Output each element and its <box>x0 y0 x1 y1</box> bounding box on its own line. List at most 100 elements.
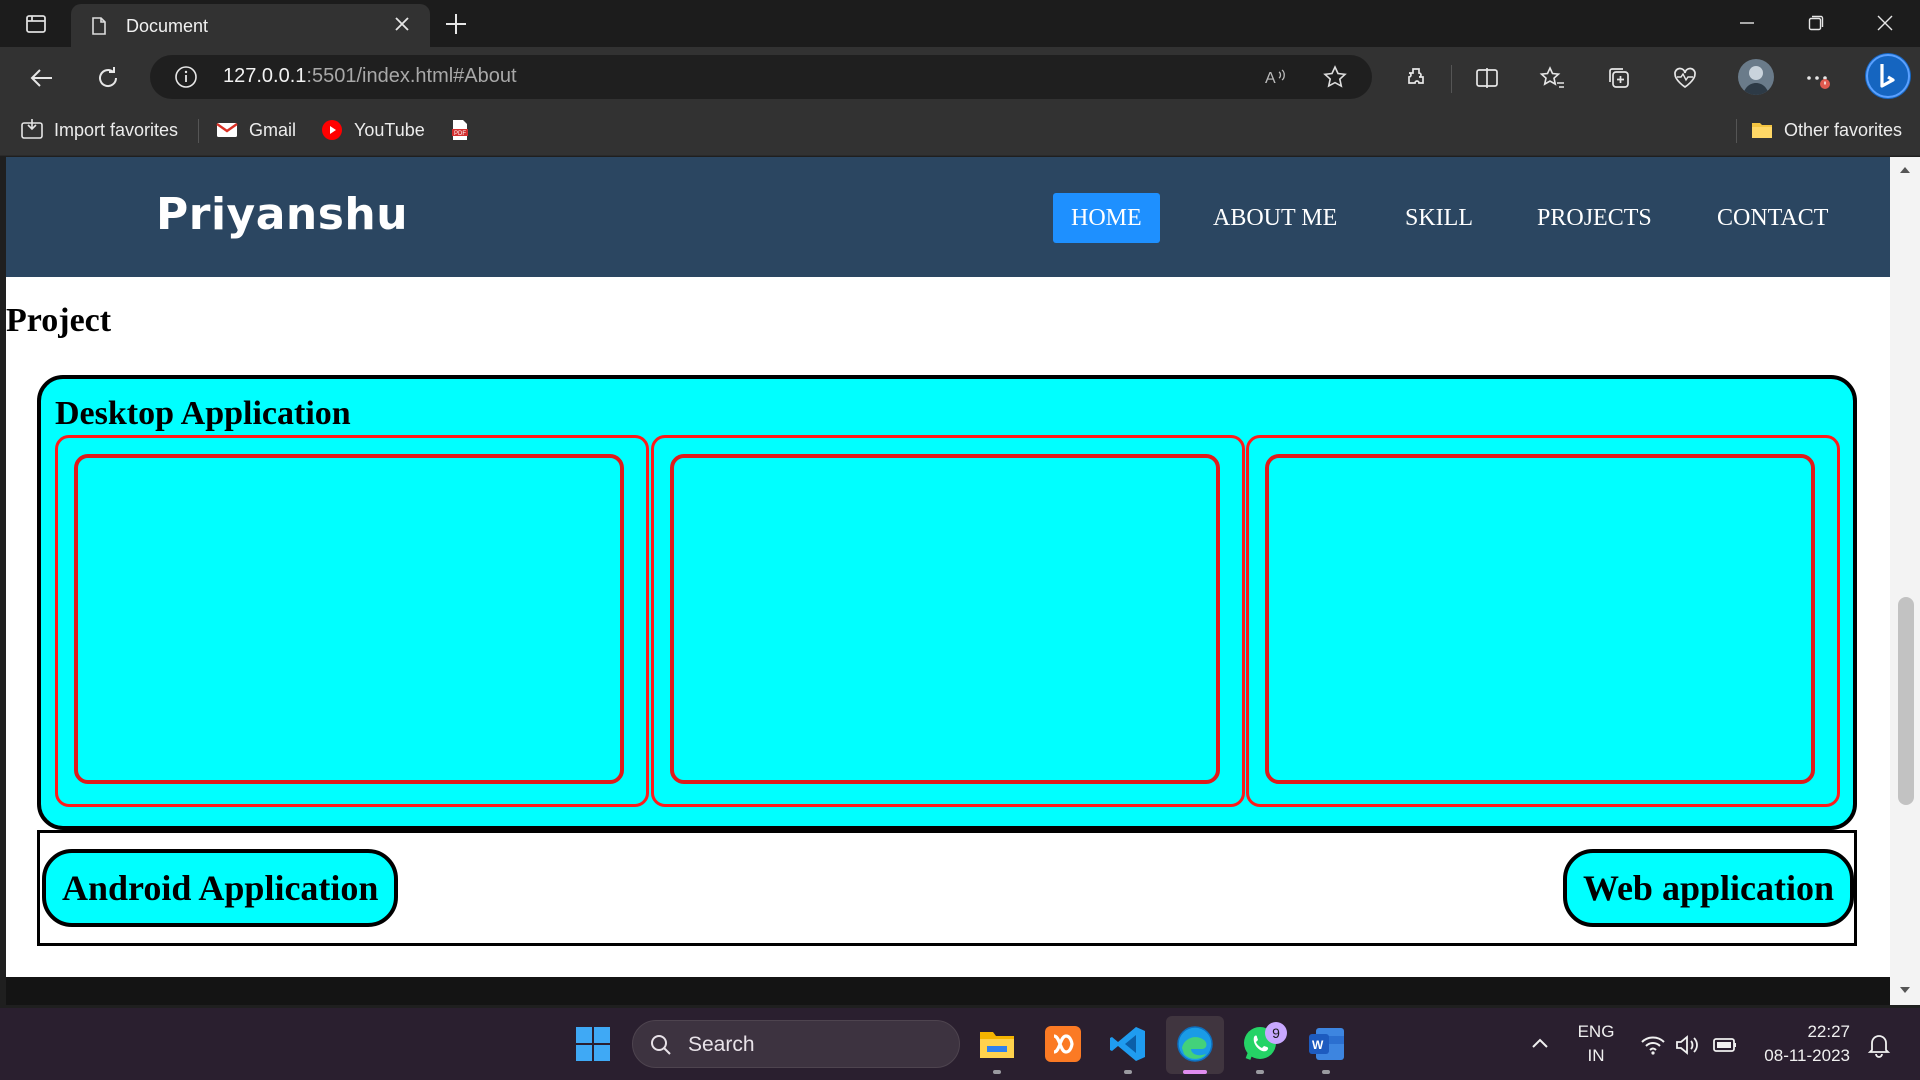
import-favorites-icon <box>21 119 43 139</box>
scrollbar-thumb[interactable] <box>1898 597 1914 805</box>
page-footer-band <box>6 977 1890 1005</box>
extensions-button[interactable] <box>1399 61 1433 95</box>
other-favorites-label: Other favorites <box>1784 119 1903 140</box>
url-text: 127.0.0.1:5501/index.html#About <box>223 65 517 88</box>
favorites-separator <box>1736 119 1737 143</box>
settings-more-button[interactable] <box>1800 61 1834 95</box>
heart-pulse-icon <box>1674 67 1696 89</box>
site-info-icon[interactable] <box>174 65 198 89</box>
clock-date[interactable]: 08-11-2023 <box>1756 1046 1850 1066</box>
project-card[interactable] <box>651 435 1245 807</box>
running-indicator <box>1322 1070 1330 1074</box>
desktop-application-title: Desktop Application <box>55 395 351 432</box>
android-application-button[interactable]: Android Application <box>42 849 399 927</box>
pdf-link[interactable]: PDF <box>448 117 482 143</box>
import-favorites-link[interactable]: Import favorites <box>20 117 178 143</box>
address-bar[interactable]: 127.0.0.1:5501/index.html#About A <box>150 55 1372 99</box>
word-icon[interactable]: W <box>1306 1024 1346 1064</box>
notification-bell-icon[interactable] <box>1866 1032 1892 1058</box>
project-card[interactable] <box>55 435 649 807</box>
nav-home-link[interactable]: HOME <box>1053 193 1160 243</box>
svg-text:PDF: PDF <box>454 131 466 137</box>
xampp-icon[interactable] <box>1043 1024 1083 1064</box>
favorites-button[interactable] <box>1536 61 1570 95</box>
page-viewport: Priyanshu HOME ABOUT ME SKILL PROJECTS C… <box>6 157 1890 1005</box>
taskbar-search-box[interactable]: Search <box>632 1020 960 1068</box>
browser-tab[interactable]: Document <box>71 4 430 47</box>
gmail-label: Gmail <box>249 119 297 140</box>
close-icon <box>1877 15 1893 31</box>
youtube-icon <box>322 120 342 140</box>
gmail-icon <box>216 123 238 137</box>
pdf-icon: PDF <box>452 120 468 140</box>
copilot-icon <box>1866 54 1910 98</box>
gmail-link[interactable]: Gmail <box>215 117 296 143</box>
running-indicator <box>1256 1070 1264 1074</box>
nav-about-link[interactable]: ABOUT ME <box>1195 193 1355 243</box>
chevron-up-icon[interactable] <box>1526 1030 1554 1058</box>
more-dots-icon <box>1807 76 1830 89</box>
language-indicator-top[interactable]: ENG <box>1576 1022 1616 1042</box>
browser-essentials-button[interactable] <box>1668 61 1702 95</box>
site-logo[interactable]: Priyanshu <box>156 189 408 240</box>
favorite-star-icon[interactable] <box>1322 64 1348 90</box>
favorites-separator <box>198 119 199 143</box>
avatar-icon <box>1743 66 1769 95</box>
refresh-button[interactable] <box>91 61 125 95</box>
page-scrollbar[interactable] <box>1890 157 1920 1005</box>
restore-button[interactable] <box>1793 8 1839 38</box>
other-applications-row: Android Application Web application <box>37 830 1857 946</box>
active-app-indicator <box>1183 1070 1207 1074</box>
read-aloud-icon[interactable]: A <box>1262 64 1288 90</box>
volume-icon[interactable] <box>1674 1032 1700 1058</box>
collections-button[interactable] <box>1602 61 1636 95</box>
import-favorites-label: Import favorites <box>54 119 179 140</box>
web-application-button[interactable]: Web application <box>1562 849 1854 927</box>
minimize-icon <box>1740 22 1754 24</box>
close-tab-icon[interactable] <box>392 14 412 34</box>
language-indicator-bottom[interactable]: IN <box>1576 1046 1616 1066</box>
windows-taskbar: Search 9 W ENG IN 22:27 08-11-2023 <box>0 1008 1920 1080</box>
browser-toolbar: 127.0.0.1:5501/index.html#About A <box>0 47 1920 105</box>
search-placeholder: Search <box>688 1033 755 1056</box>
battery-icon[interactable] <box>1712 1032 1738 1058</box>
split-screen-icon <box>1476 68 1498 88</box>
favorites-bar: Import favorites Gmail YouTube PDF Other… <box>0 105 1920 156</box>
vscode-icon[interactable] <box>1108 1024 1148 1064</box>
running-indicator <box>993 1070 1001 1074</box>
page-icon <box>92 17 106 35</box>
windows-start-icon[interactable] <box>573 1024 613 1064</box>
browser-title-bar: Document <box>0 0 1920 47</box>
tab-actions-button[interactable] <box>18 10 54 38</box>
svg-text:W: W <box>1312 1038 1324 1052</box>
project-card-inner <box>670 454 1220 784</box>
new-tab-icon[interactable] <box>442 10 470 38</box>
nav-contact-link[interactable]: CONTACT <box>1699 193 1846 243</box>
nav-skill-link[interactable]: SKILL <box>1387 193 1491 243</box>
other-favorites-link[interactable]: Other favorites <box>1750 117 1902 143</box>
scroll-down-icon[interactable] <box>1898 983 1912 997</box>
tab-title: Document <box>126 16 209 36</box>
collections-icon <box>1609 68 1629 88</box>
extensions-icon <box>1408 68 1424 84</box>
youtube-label: YouTube <box>354 119 425 140</box>
project-heading: Project <box>6 302 112 339</box>
copilot-button[interactable] <box>1865 53 1911 99</box>
back-button[interactable] <box>25 61 59 95</box>
profile-avatar[interactable] <box>1738 59 1774 95</box>
split-screen-button[interactable] <box>1470 61 1504 95</box>
minimize-button[interactable] <box>1724 8 1770 38</box>
edge-browser-icon[interactable] <box>1175 1024 1215 1064</box>
refresh-icon <box>99 67 118 87</box>
url-path: :5501/index.html#About <box>306 65 517 87</box>
close-window-button[interactable] <box>1862 8 1908 38</box>
clock-time[interactable]: 22:27 <box>1756 1022 1850 1042</box>
project-card[interactable] <box>1246 435 1840 807</box>
nav-projects-link[interactable]: PROJECTS <box>1519 193 1670 243</box>
folder-icon <box>1752 123 1772 138</box>
scroll-up-icon[interactable] <box>1898 163 1912 177</box>
file-explorer-icon[interactable] <box>977 1024 1017 1064</box>
favorites-list-icon <box>1539 66 1564 88</box>
wifi-icon[interactable] <box>1640 1032 1666 1058</box>
youtube-link[interactable]: YouTube <box>320 117 425 143</box>
